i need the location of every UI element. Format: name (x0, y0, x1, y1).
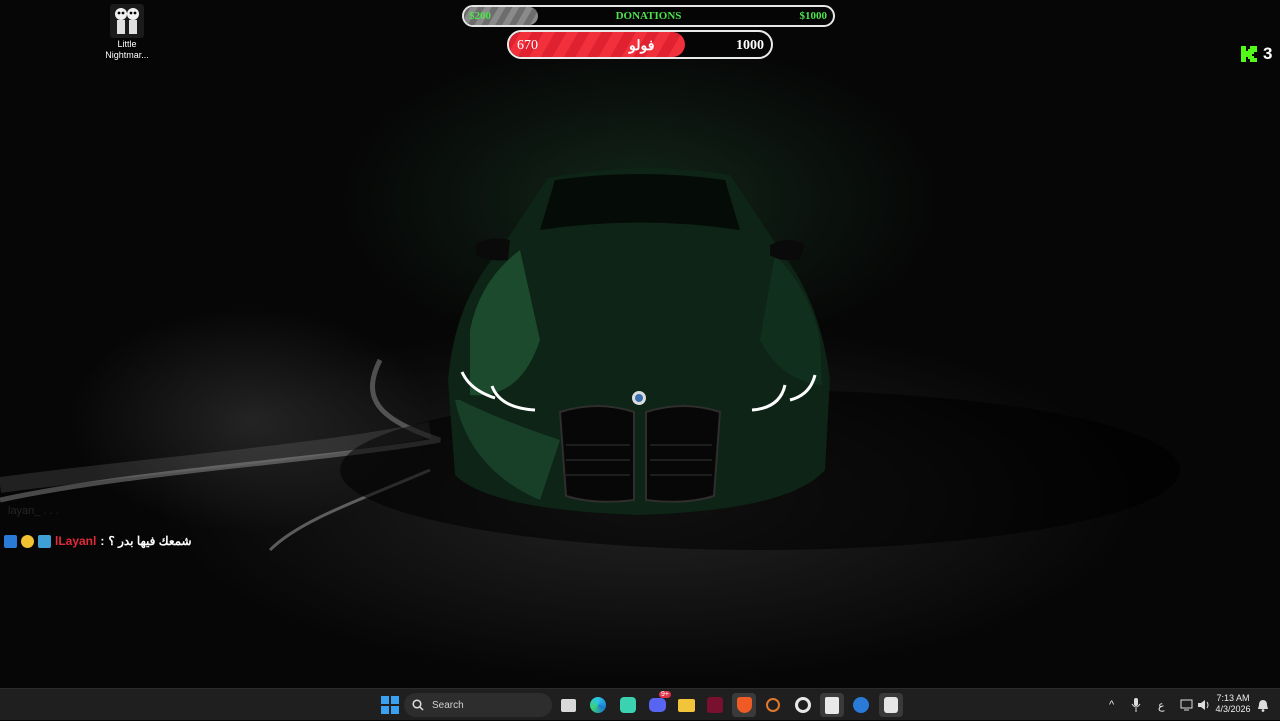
kick-viewer-count: 3 (1240, 44, 1272, 64)
discord-badge: 9+ (659, 691, 671, 698)
clock-time: 7:13 AM (1216, 693, 1250, 703)
obs-icon[interactable] (791, 693, 815, 717)
edge-icon[interactable] (586, 693, 610, 717)
follow-goal: 1000 (736, 38, 764, 53)
desktop-wallpaper (0, 0, 1280, 688)
taskbar-search[interactable]: Search (404, 693, 552, 717)
affinity-icon[interactable] (703, 693, 727, 717)
clock-date: 4/3/2026 (1215, 704, 1251, 714)
follow-goal-bar: 670 فولو 1000 (507, 30, 773, 59)
volume-icon[interactable] (1197, 689, 1210, 721)
file-manager-icon[interactable] (556, 693, 580, 717)
little-nightmares-icon[interactable] (879, 693, 903, 717)
chat-message: lLayanl : شمعك فيها بدر ؟ (4, 534, 192, 548)
little-nightmares-icon (110, 4, 144, 38)
car-wallpaper-art (0, 168, 1180, 552)
follow-label: فولو (629, 39, 655, 54)
kick-logo-icon (1241, 46, 1257, 62)
chat-faded-message: layan_ . . . (8, 505, 59, 517)
input-language[interactable]: ع (1158, 689, 1165, 721)
chat-username: lLayanl (55, 534, 97, 548)
taskbar-clock[interactable]: 7:13 AM 4/3/2026 (1210, 693, 1256, 715)
network-icon[interactable] (1180, 689, 1193, 721)
desktop-icon-label: Little Nightmar... (105, 39, 149, 60)
chat-app-icon[interactable] (616, 693, 640, 717)
microphone-icon[interactable] (1131, 689, 1141, 721)
founder-badge-icon (21, 534, 34, 548)
donations-max: $1000 (799, 10, 828, 22)
steam-icon[interactable] (849, 693, 873, 717)
chat-separator: : (100, 534, 105, 548)
chat-text: شمعك فيها بدر ؟ (108, 534, 192, 548)
search-placeholder: Search (432, 699, 464, 711)
donations-title: DONATIONS (615, 10, 682, 22)
taskbar: Search 9+ ^ ع 7:13 AM 4/3/2026 (0, 688, 1280, 720)
stream-tool-icon[interactable] (761, 693, 785, 717)
tray-overflow-chevron-icon[interactable]: ^ (1109, 689, 1114, 721)
desktop-icon-little-nightmares[interactable]: Little Nightmar... (100, 4, 154, 61)
discord-icon[interactable]: 9+ (645, 691, 671, 717)
windows-start-icon[interactable] (378, 693, 402, 717)
folder-icon[interactable] (674, 693, 698, 717)
epic-games-icon[interactable] (820, 693, 844, 717)
viewer-count: 3 (1263, 44, 1273, 63)
donations-goal-bar: $200 DONATIONS $1000 (462, 5, 835, 27)
moderator-badge-icon (4, 534, 17, 548)
follow-current: 670 (517, 38, 538, 53)
search-icon (412, 699, 424, 711)
subscriber-badge-icon (38, 534, 51, 548)
brave-icon[interactable] (732, 693, 756, 717)
notification-bell-icon[interactable] (1257, 689, 1269, 721)
